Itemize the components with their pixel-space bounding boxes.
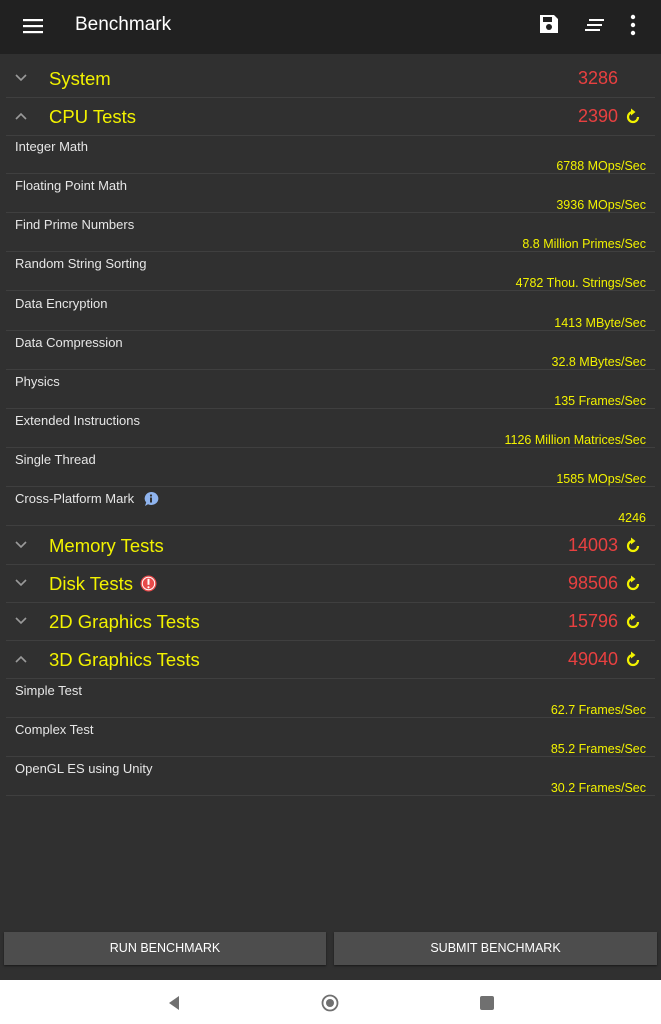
benchmark-list: System 3286 CPU Tests 2390 Integer Math …	[0, 54, 661, 934]
category-system[interactable]: System 3286	[6, 60, 655, 98]
category-disk[interactable]: Disk Tests 98506	[6, 565, 655, 603]
test-row: Data Compression 32.8 MBytes/Sec	[6, 331, 655, 370]
submit-benchmark-button[interactable]: SUBMIT BENCHMARK	[334, 932, 657, 965]
test-name: Extended Instructions	[15, 413, 141, 428]
test-value: 1413 MByte/Sec	[554, 316, 646, 330]
category-label: CPU Tests	[49, 106, 137, 127]
test-row: Single Thread 1585 MOps/Sec	[6, 448, 655, 487]
system-nav-bar	[0, 980, 661, 1024]
test-value: 62.7 Frames/Sec	[550, 703, 646, 717]
test-row: OpenGL ES using Unity 30.2 Frames/Sec	[6, 757, 655, 796]
test-name: Cross-Platform Mark	[15, 491, 135, 506]
warning-icon[interactable]	[140, 575, 157, 592]
rerun-icon[interactable]	[623, 536, 643, 556]
test-name: Integer Math	[15, 139, 88, 154]
test-name: Random String Sorting	[15, 256, 147, 271]
test-row: Extended Instructions 1126 Million Matri…	[6, 409, 655, 448]
test-row: Data Encryption 1413 MByte/Sec	[6, 292, 655, 331]
category-score: 14003	[567, 535, 618, 555]
menu-icon[interactable]	[22, 15, 44, 37]
test-name: Complex Test	[15, 722, 94, 737]
test-row: Random String Sorting 4782 Thou. Strings…	[6, 252, 655, 291]
test-value: 8.8 Million Primes/Sec	[522, 237, 646, 251]
home-icon[interactable]	[321, 994, 339, 1012]
recents-icon[interactable]	[478, 994, 496, 1012]
more-vert-icon[interactable]	[622, 13, 644, 37]
test-value: 85.2 Frames/Sec	[550, 742, 646, 756]
category-label: 2D Graphics Tests	[49, 611, 200, 632]
back-icon[interactable]	[165, 994, 183, 1012]
test-name: Simple Test	[15, 683, 82, 698]
category-label: Disk Tests	[49, 573, 133, 594]
chevron-up-icon	[15, 655, 27, 663]
chevron-up-icon	[15, 112, 27, 120]
page-title: Benchmark	[75, 14, 172, 35]
rerun-icon[interactable]	[623, 574, 643, 594]
test-value: 30.2 Frames/Sec	[550, 781, 646, 795]
category-cpu[interactable]: CPU Tests 2390	[6, 98, 655, 136]
category-score: 49040	[567, 649, 618, 669]
test-row: Integer Math 6788 MOps/Sec	[6, 135, 655, 174]
test-row: Simple Test 62.7 Frames/Sec	[6, 679, 655, 718]
test-name: Data Encryption	[15, 296, 108, 311]
test-row: Find Prime Numbers 8.8 Million Primes/Se…	[6, 213, 655, 252]
category-label: Memory Tests	[49, 535, 164, 556]
sort-icon[interactable]	[584, 14, 606, 36]
category-label: System	[49, 68, 111, 89]
test-value: 4246	[618, 511, 646, 525]
chevron-down-icon	[15, 617, 27, 625]
run-benchmark-button[interactable]: RUN BENCHMARK	[4, 932, 326, 965]
test-name: Physics	[15, 374, 60, 389]
test-value: 32.8 MBytes/Sec	[551, 355, 647, 369]
test-value: 1585 MOps/Sec	[556, 472, 646, 486]
test-value: 4782 Thou. Strings/Sec	[515, 276, 646, 290]
app-bar: Benchmark	[0, 0, 661, 54]
category-score: 2390	[577, 106, 618, 126]
test-name: Data Compression	[15, 335, 123, 350]
save-icon[interactable]	[538, 13, 560, 35]
test-name: OpenGL ES using Unity	[15, 761, 153, 776]
info-icon[interactable]	[143, 491, 159, 507]
chevron-down-icon	[15, 74, 27, 82]
test-value: 6788 MOps/Sec	[556, 159, 646, 173]
test-name: Find Prime Numbers	[15, 217, 135, 232]
category-score: 15796	[567, 611, 618, 631]
category-2d-graphics[interactable]: 2D Graphics Tests 15796	[6, 603, 655, 641]
test-row: Complex Test 85.2 Frames/Sec	[6, 718, 655, 757]
test-row: Cross-Platform Mark 4246	[6, 487, 655, 526]
test-row: Floating Point Math 3936 MOps/Sec	[6, 174, 655, 213]
test-row: Physics 135 Frames/Sec	[6, 370, 655, 409]
category-3d-graphics[interactable]: 3D Graphics Tests 49040	[6, 641, 655, 679]
chevron-down-icon	[15, 579, 27, 587]
category-label: 3D Graphics Tests	[49, 649, 200, 670]
category-memory[interactable]: Memory Tests 14003	[6, 527, 655, 565]
rerun-icon[interactable]	[623, 650, 643, 670]
test-name: Floating Point Math	[15, 178, 128, 193]
chevron-down-icon	[15, 541, 27, 549]
test-value: 135 Frames/Sec	[554, 394, 646, 408]
category-score: 3286	[577, 68, 618, 88]
test-value: 1126 Million Matrices/Sec	[504, 433, 647, 447]
rerun-icon[interactable]	[623, 107, 643, 127]
test-value: 3936 MOps/Sec	[556, 198, 646, 212]
rerun-icon[interactable]	[623, 612, 643, 632]
test-name: Single Thread	[15, 452, 96, 467]
category-score: 98506	[567, 573, 618, 593]
